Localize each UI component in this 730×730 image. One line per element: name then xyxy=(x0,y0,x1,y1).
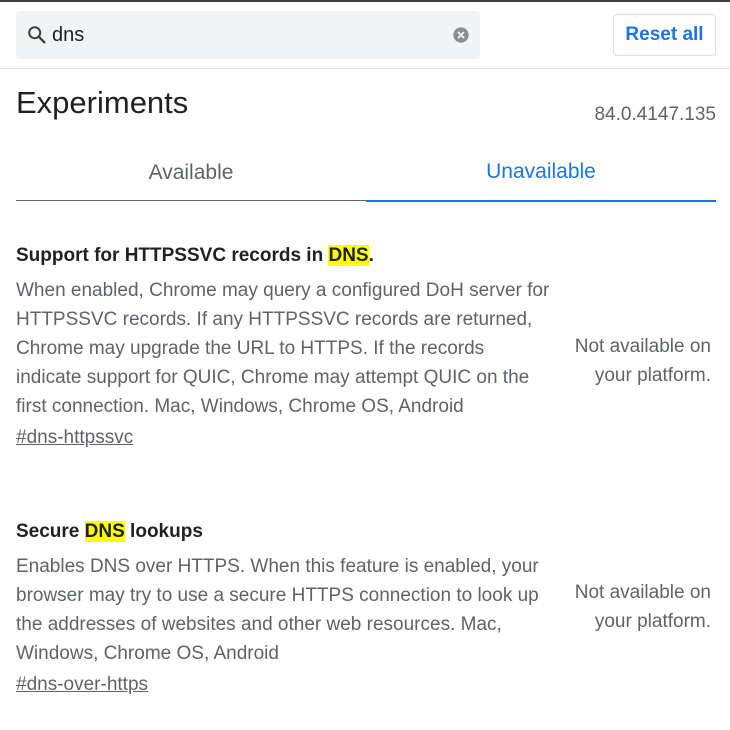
experiment-description: When enabled, Chrome may query a configu… xyxy=(16,280,550,417)
reset-all-button[interactable]: Reset all xyxy=(613,14,716,56)
experiment-status: Not available on your platform. xyxy=(574,582,711,632)
search-match-highlight: DNS xyxy=(84,521,125,542)
tab-bar: Available Unavailable xyxy=(16,148,716,202)
experiment-title: Support for HTTPSSVC records in DNS. xyxy=(16,242,716,270)
title-text-end: lookups xyxy=(124,521,203,542)
experiment-status: Not available on your platform. xyxy=(574,336,711,386)
clear-icon[interactable] xyxy=(452,26,470,44)
experiment-permalink[interactable]: #dns-httpssvc xyxy=(16,425,133,451)
tab-unavailable[interactable]: Unavailable xyxy=(366,148,716,202)
search-box[interactable] xyxy=(16,11,480,59)
search-match-highlight: DNS xyxy=(328,245,369,266)
header-bar: Reset all xyxy=(0,2,730,69)
search-input[interactable] xyxy=(52,19,432,51)
search-icon xyxy=(28,26,46,44)
title-text: Support for HTTPSSVC records in xyxy=(16,245,329,266)
experiment-title: Secure DNS lookups xyxy=(16,518,716,546)
tab-available[interactable]: Available xyxy=(16,148,366,201)
title-text-end: . xyxy=(368,245,374,266)
title-text: Secure xyxy=(16,521,85,542)
page-title: Experiments xyxy=(16,85,189,120)
experiment-dns-over-https: Secure DNS lookups Enables DNS over HTTP… xyxy=(16,518,716,698)
experiment-description: Enables DNS over HTTPS. When this featur… xyxy=(16,556,539,664)
experiment-dns-httpssvc: Support for HTTPSSVC records in DNS. Whe… xyxy=(16,242,716,451)
version-label: 84.0.4147.135 xyxy=(594,104,716,125)
experiment-permalink[interactable]: #dns-over-https xyxy=(16,672,148,698)
